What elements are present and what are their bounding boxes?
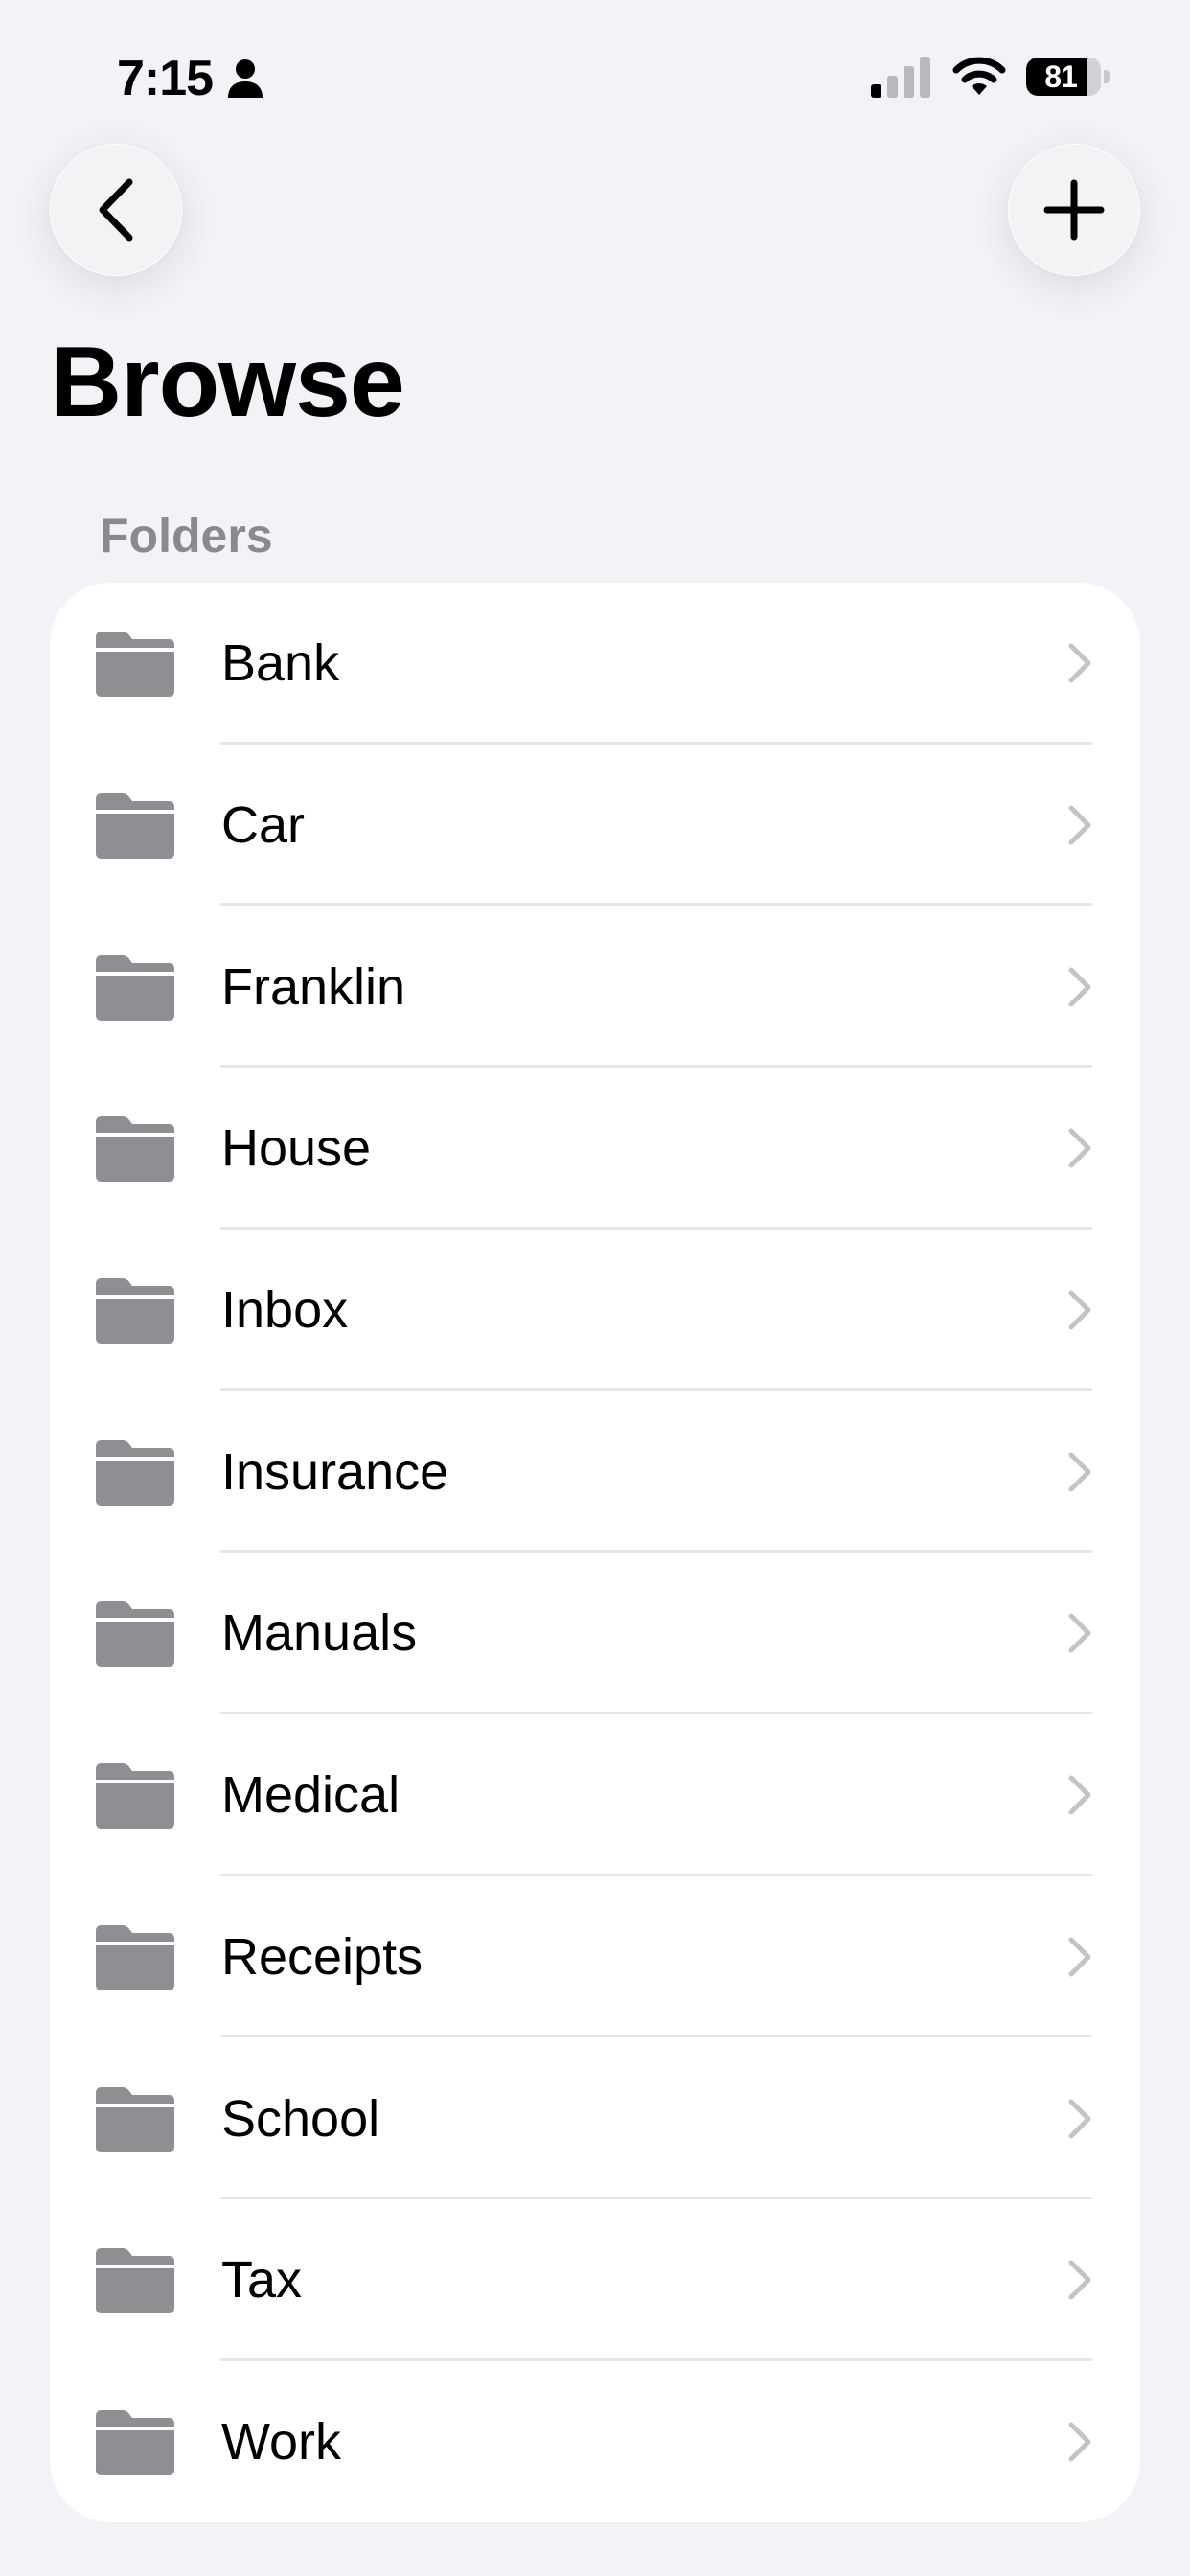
folder-label: Insurance — [221, 1442, 449, 1501]
folder-icon — [96, 954, 174, 1021]
battery-level: 81 — [1044, 59, 1078, 94]
folder-label: Bank — [221, 634, 340, 693]
folder-label: School — [221, 2089, 380, 2148]
folder-icon — [96, 794, 174, 860]
page-title: Browse — [50, 327, 405, 438]
folder-row-inbox[interactable]: Inbox — [50, 1230, 1140, 1392]
folder-row-school[interactable]: School — [50, 2037, 1140, 2199]
status-time-group: 7:15 — [117, 48, 264, 109]
chevron-right-icon — [1068, 2260, 1091, 2300]
status-time: 7:15 — [117, 51, 214, 106]
folder-icon — [96, 1278, 174, 1345]
folder-row-bank[interactable]: Bank — [50, 583, 1140, 745]
battery-tip — [1104, 70, 1110, 83]
folder-row-manuals[interactable]: Manuals — [50, 1552, 1140, 1714]
chevron-right-icon — [1068, 1452, 1091, 1492]
folder-row-tax[interactable]: Tax — [50, 2199, 1140, 2361]
folder-icon — [96, 1601, 174, 1668]
battery-body: 81 — [1026, 58, 1101, 96]
folder-row-receipts[interactable]: Receipts — [50, 1876, 1140, 2038]
chevron-right-icon — [1068, 1290, 1091, 1330]
folder-label: Car — [221, 796, 306, 855]
plus-icon — [1043, 179, 1105, 241]
folder-label: Tax — [221, 2251, 303, 2310]
battery-indicator: 81 — [1026, 58, 1110, 96]
folder-icon — [96, 2248, 174, 2314]
folder-icon — [96, 632, 174, 698]
wifi-icon — [952, 57, 1006, 95]
folder-icon — [96, 2409, 174, 2475]
chevron-left-icon — [99, 178, 133, 242]
folder-label: Inbox — [221, 1281, 349, 1340]
folder-row-franklin[interactable]: Franklin — [50, 906, 1140, 1069]
folder-icon — [96, 1924, 174, 1990]
person-icon — [228, 59, 263, 98]
chevron-right-icon — [1068, 643, 1091, 683]
folder-label: Manuals — [221, 1604, 418, 1663]
chevron-right-icon — [1068, 967, 1091, 1007]
chevron-right-icon — [1068, 1937, 1091, 1977]
folders-section-header: Folders — [100, 509, 273, 563]
folder-label: Work — [221, 2412, 342, 2471]
cellular-signal-icon — [871, 57, 930, 98]
status-indicators: 81 — [871, 56, 1110, 98]
chevron-right-icon — [1068, 1128, 1091, 1168]
folder-icon — [96, 1763, 174, 1829]
chevron-right-icon — [1068, 1613, 1091, 1653]
folder-label: Receipts — [221, 1927, 423, 1986]
folder-icon — [96, 2086, 174, 2152]
folder-row-car[interactable]: Car — [50, 745, 1140, 907]
folder-row-medical[interactable]: Medical — [50, 1714, 1140, 1876]
add-folder-button[interactable] — [1008, 144, 1140, 276]
folder-label: Medical — [221, 1766, 400, 1825]
folder-list: Bank Car Franklin House Inbox Insurance … — [50, 583, 1140, 2522]
folder-row-insurance[interactable]: Insurance — [50, 1391, 1140, 1553]
chevron-right-icon — [1068, 2422, 1091, 2462]
chevron-right-icon — [1068, 805, 1091, 845]
folder-label: House — [221, 1119, 372, 1178]
folder-icon — [96, 1116, 174, 1183]
chevron-right-icon — [1068, 2099, 1091, 2139]
back-button[interactable] — [50, 144, 182, 276]
folder-row-house[interactable]: House — [50, 1068, 1140, 1230]
status-bar: 7:15 81 — [0, 0, 1190, 153]
chevron-right-icon — [1068, 1775, 1091, 1815]
folder-label: Franklin — [221, 957, 406, 1016]
folder-row-work[interactable]: Work — [50, 2361, 1140, 2522]
folder-icon — [96, 1439, 174, 1506]
